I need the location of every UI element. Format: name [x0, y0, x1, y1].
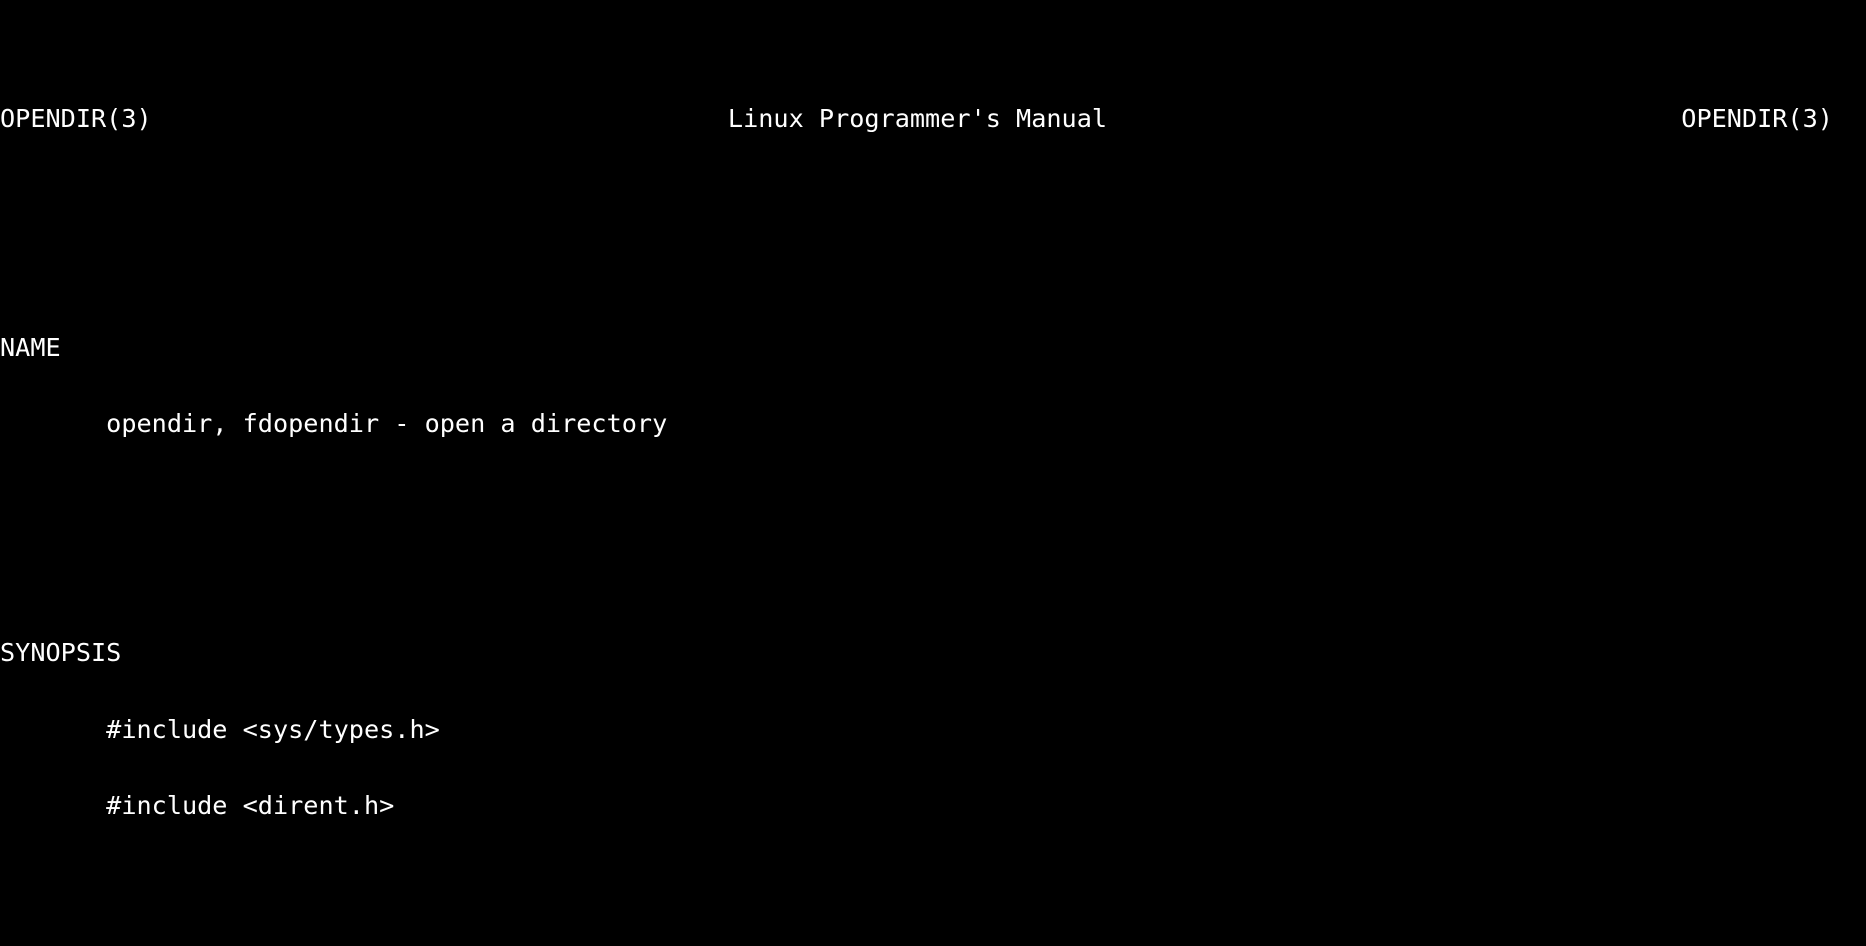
- section-heading-synopsis: SYNOPSIS: [0, 638, 122, 668]
- header-left-title: OPENDIR(3): [0, 103, 152, 133]
- include-sys-types: #include <sys/types.h>: [106, 714, 440, 744]
- synopsis-include-2: #include <dirent.h>: [0, 793, 1835, 818]
- terminal-screen: OPENDIR(3) Linux Programmer's Manual OPE…: [0, 0, 1866, 946]
- include-dirent: #include <dirent.h>: [106, 790, 395, 820]
- man-page-header: OPENDIR(3) Linux Programmer's Manual OPE…: [0, 103, 1835, 133]
- name-body: opendir, fdopendir - open a directory: [0, 411, 1835, 436]
- name-summary-text: opendir, fdopendir - open a directory: [106, 409, 668, 439]
- synopsis-include-1: #include <sys/types.h>: [0, 714, 1835, 744]
- section-heading-name: NAME: [0, 332, 61, 362]
- man-page-content: OPENDIR(3) Linux Programmer's Manual OPE…: [0, 4, 1835, 946]
- header-right-title: OPENDIR(3): [1681, 103, 1833, 133]
- header-center-title: Linux Programmer's Manual: [727, 103, 1108, 133]
